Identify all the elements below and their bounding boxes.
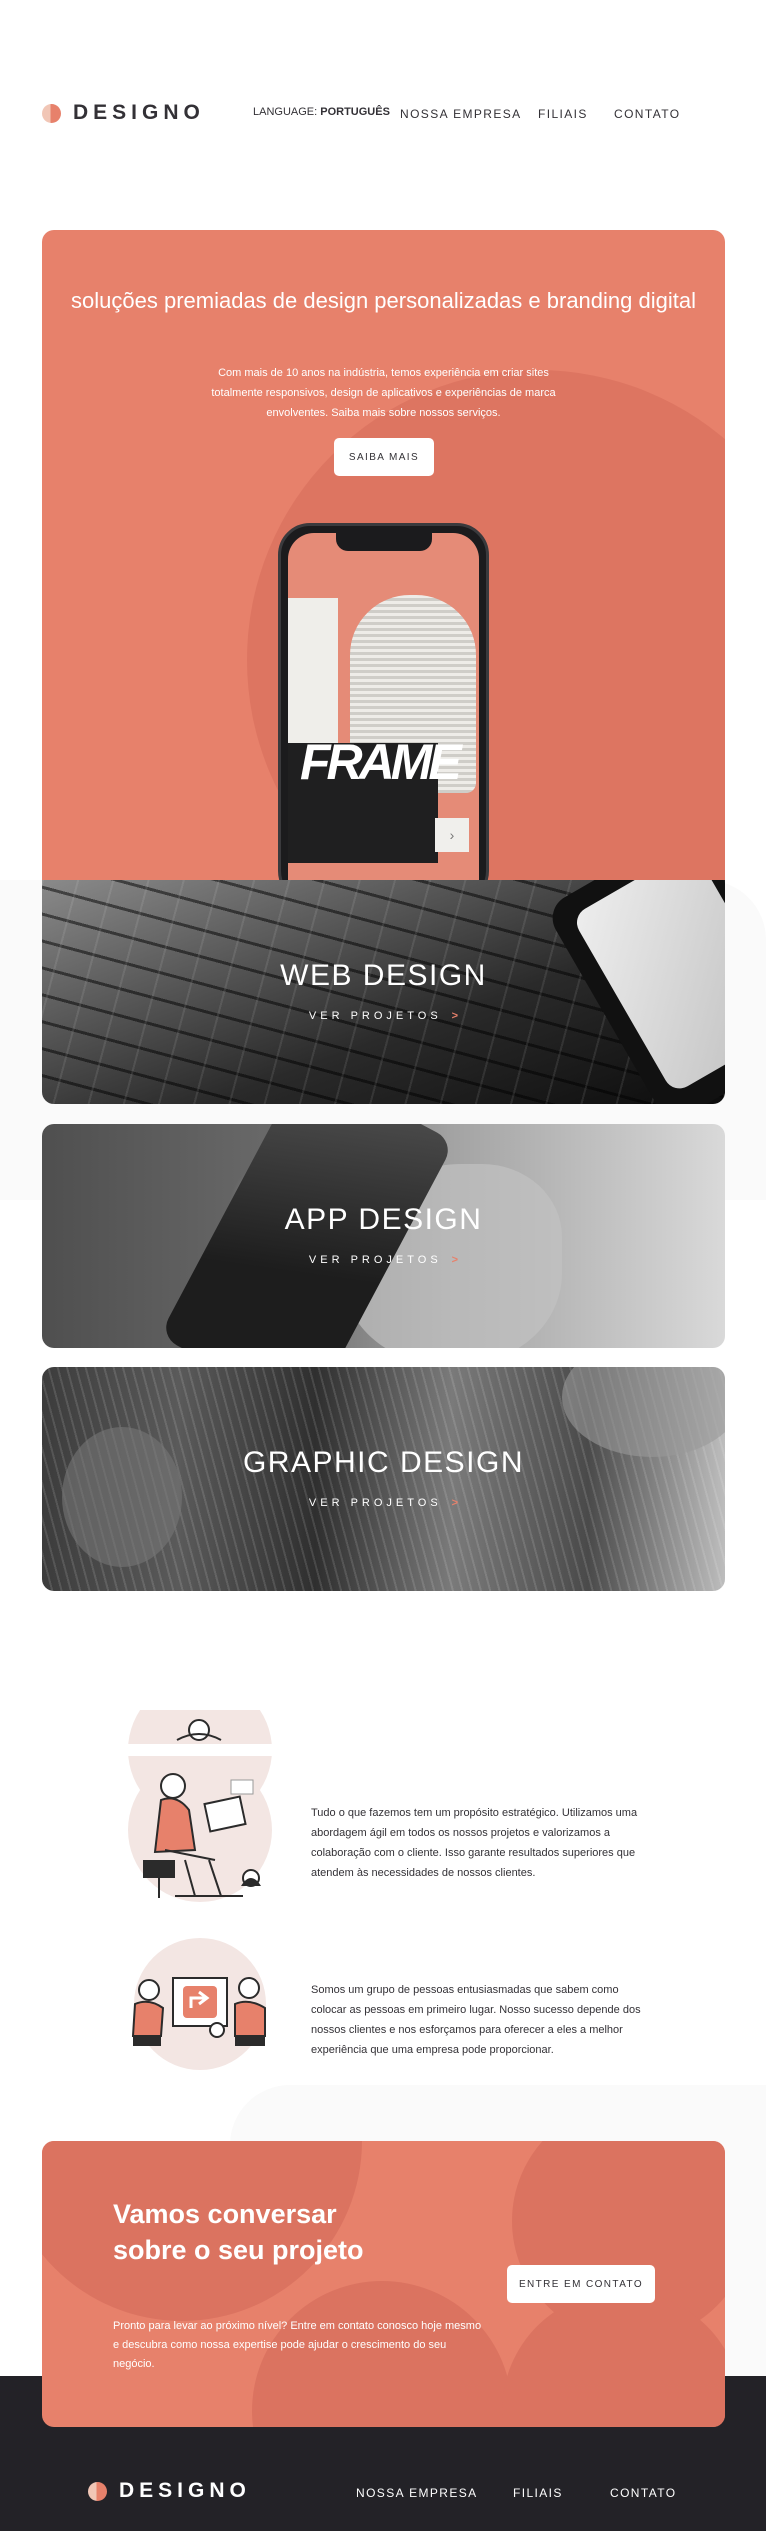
designer-illustration	[125, 1678, 275, 1910]
header-logo[interactable]: DESIGNO	[42, 101, 205, 125]
view-projects-label: VER PROJETOS	[308, 1010, 442, 1022]
hero-section: soluções premiadas de design personaliza…	[42, 230, 725, 880]
service-card-graphic-design[interactable]: GRAPHIC DESIGN VER PROJETOS >	[42, 1367, 725, 1591]
chevron-right-icon: >	[451, 1497, 459, 1509]
cta-title: Vamos conversar sobre o seu projeto	[113, 2199, 364, 2265]
chevron-right-icon: >	[451, 1254, 459, 1266]
view-projects-link[interactable]: VER PROJETOS >	[42, 1254, 725, 1266]
view-projects-link[interactable]: VER PROJETOS >	[42, 1497, 725, 1509]
screen-frame-text: FRAME	[300, 734, 462, 790]
phone-mockup: FRAME ›	[278, 523, 489, 880]
cta-description: Pronto para levar ao próximo nível? Entr…	[113, 2320, 482, 2370]
service-title: GRAPHIC DESIGN	[242, 1446, 525, 1479]
feature-text: Tudo o que fazemos tem um propósito estr…	[311, 1807, 638, 1879]
contact-button[interactable]: ENTRE EM CONTATO	[507, 2265, 655, 2303]
team-illustration	[125, 1938, 275, 2078]
language-selector[interactable]: LANGUAGE: PORTUGUÊS	[253, 106, 390, 118]
service-title: APP DESIGN	[284, 1203, 483, 1236]
service-card-web-design[interactable]: WEB DESIGN VER PROJETOS >	[42, 880, 725, 1104]
service-card-app-design[interactable]: APP DESIGN VER PROJETOS >	[42, 1124, 725, 1348]
language-label: LANGUAGE:	[253, 106, 318, 118]
footer-nav-contato[interactable]: CONTATO	[610, 2486, 676, 2500]
cta-section: Vamos conversar sobre o seu projeto Pron…	[42, 2141, 725, 2427]
nav-contato[interactable]: CONTATO	[614, 107, 680, 121]
view-projects-link[interactable]: VER PROJETOS >	[42, 1010, 725, 1022]
footer-nav-nossa-empresa[interactable]: NOSSA EMPRESA	[356, 2486, 478, 2500]
footer-nav-filiais[interactable]: FILIAIS	[513, 2486, 563, 2500]
feature-text: Somos um grupo de pessoas entusiasmadas …	[311, 1984, 641, 2056]
logo-mark-icon	[88, 2481, 107, 2501]
logo-text: DESIGNO	[73, 101, 205, 124]
learn-more-button[interactable]: SAIBA MAIS	[334, 438, 434, 476]
screen-arrow-icon: ›	[435, 818, 469, 852]
nav-filiais[interactable]: FILIAIS	[538, 107, 588, 121]
nav-nossa-empresa[interactable]: NOSSA EMPRESA	[400, 107, 522, 121]
chevron-right-icon: >	[451, 1010, 459, 1022]
service-title: WEB DESIGN	[280, 959, 487, 992]
footer-logo[interactable]: DESIGNO	[88, 2479, 251, 2503]
logo-mark-icon	[42, 103, 61, 123]
logo-text: DESIGNO	[119, 2479, 251, 2502]
view-projects-label: VER PROJETOS	[308, 1497, 442, 1509]
hero-title: soluções premiadas de design personaliza…	[71, 288, 696, 313]
language-value: PORTUGUÊS	[320, 106, 390, 118]
phone-notch	[335, 533, 432, 551]
phone-screen: FRAME ›	[288, 533, 479, 880]
hero-description: Com mais de 10 anos na indústria, temos …	[211, 367, 556, 419]
view-projects-label: VER PROJETOS	[308, 1254, 442, 1266]
